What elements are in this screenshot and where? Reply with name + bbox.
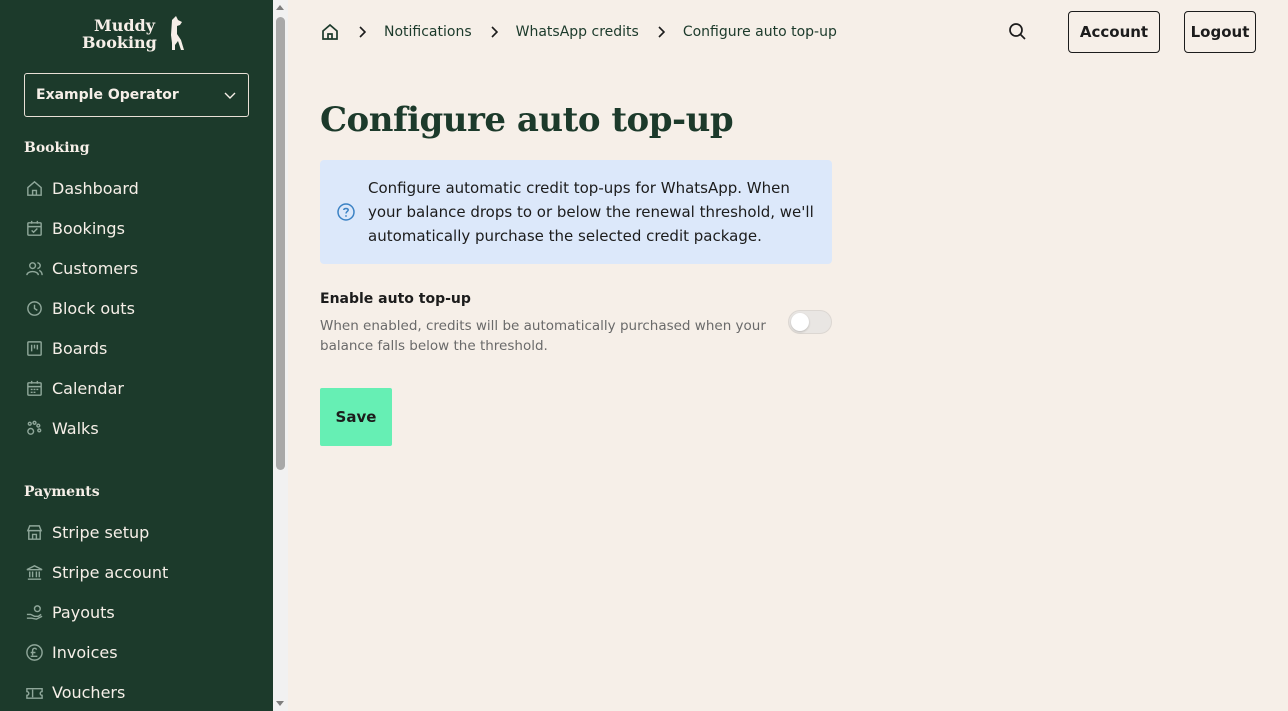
calendar-icon [24,378,44,398]
ticket-icon [24,682,44,702]
section-title-payments: Payments [24,484,100,500]
sidebar: Muddy Booking Example Operator Booking D… [0,0,273,711]
sidebar-item-boards[interactable]: Boards [24,333,264,363]
scroll-up-arrow-icon[interactable] [276,5,284,10]
sidebar-item-calendar[interactable]: Calendar [24,373,264,403]
auto-topup-label: Enable auto top-up [320,291,471,307]
auto-topup-description: When enabled, credits will be automatica… [320,318,766,354]
operator-select-value: Example Operator [36,87,179,103]
sidebar-item-label: Payouts [52,602,115,622]
pound-icon [24,642,44,662]
users-icon [24,258,44,278]
sidebar-item-payouts[interactable]: Payouts [24,597,264,627]
store-icon [24,522,44,542]
sidebar-item-dashboard[interactable]: Dashboard [24,173,264,203]
scrollbar-thumb[interactable] [276,17,285,470]
auto-topup-toggle[interactable] [788,310,832,334]
logout-button[interactable]: Logout [1184,11,1256,53]
clock-icon [24,298,44,318]
breadcrumb-current-page: Configure auto top-up [682,24,837,40]
sidebar-item-invoices[interactable]: Invoices [24,637,264,667]
svg-text:Booking: Booking [82,33,157,52]
chevron-right-icon [490,26,498,38]
payout-icon [24,602,44,622]
paw-icon [24,418,44,438]
home-icon [24,178,44,198]
section-title-booking: Booking [24,140,90,156]
sidebar-item-label: Stripe setup [52,522,150,542]
account-button[interactable]: Account [1068,11,1160,53]
sidebar-item-label: Block outs [52,298,135,318]
sidebar-item-label: Bookings [52,218,125,238]
page-title: Configure auto top-up [320,100,734,140]
sidebar-item-block-outs[interactable]: Block outs [24,293,264,323]
sidebar-item-label: Walks [52,418,99,438]
info-text: Configure automatic credit top-ups for W… [368,179,814,245]
operator-select[interactable]: Example Operator [24,73,249,117]
sidebar-item-walks[interactable]: Walks [24,413,264,443]
toggle-knob [791,313,809,331]
calendar-check-icon [24,218,44,238]
sidebar-item-bookings[interactable]: Bookings [24,213,264,243]
sidebar-item-label: Invoices [52,642,118,662]
sidebar-item-stripe-setup[interactable]: Stripe setup [24,517,264,547]
muddy-booking-logo[interactable]: Muddy Booking [80,14,196,54]
scroll-down-arrow-icon[interactable] [276,701,284,706]
sidebar-item-label: Vouchers [52,682,126,702]
help-circle-icon [336,202,356,222]
chevron-right-icon [358,26,366,38]
sidebar-item-label: Customers [52,258,139,278]
home-icon[interactable] [320,22,340,42]
info-callout: Configure automatic credit top-ups for W… [320,160,832,264]
search-icon[interactable] [1007,21,1029,43]
chevron-right-icon [657,26,665,38]
breadcrumb: Notifications WhatsApp credits Configure… [320,20,837,44]
sidebar-item-customers[interactable]: Customers [24,253,264,283]
bank-icon [24,562,44,582]
save-button[interactable]: Save [320,388,392,446]
sidebar-scrollbar[interactable] [273,0,288,711]
sidebar-item-label: Calendar [52,378,124,398]
board-icon [24,338,44,358]
sidebar-item-vouchers[interactable]: Vouchers [24,677,264,707]
breadcrumb-whatsapp-credits[interactable]: WhatsApp credits [516,24,639,40]
sidebar-item-label: Dashboard [52,178,139,198]
sidebar-item-stripe-account[interactable]: Stripe account [24,557,264,587]
sidebar-item-label: Boards [52,338,108,358]
sidebar-item-label: Stripe account [52,562,169,582]
breadcrumb-notifications[interactable]: Notifications [384,24,472,40]
chevron-down-icon [224,92,236,99]
